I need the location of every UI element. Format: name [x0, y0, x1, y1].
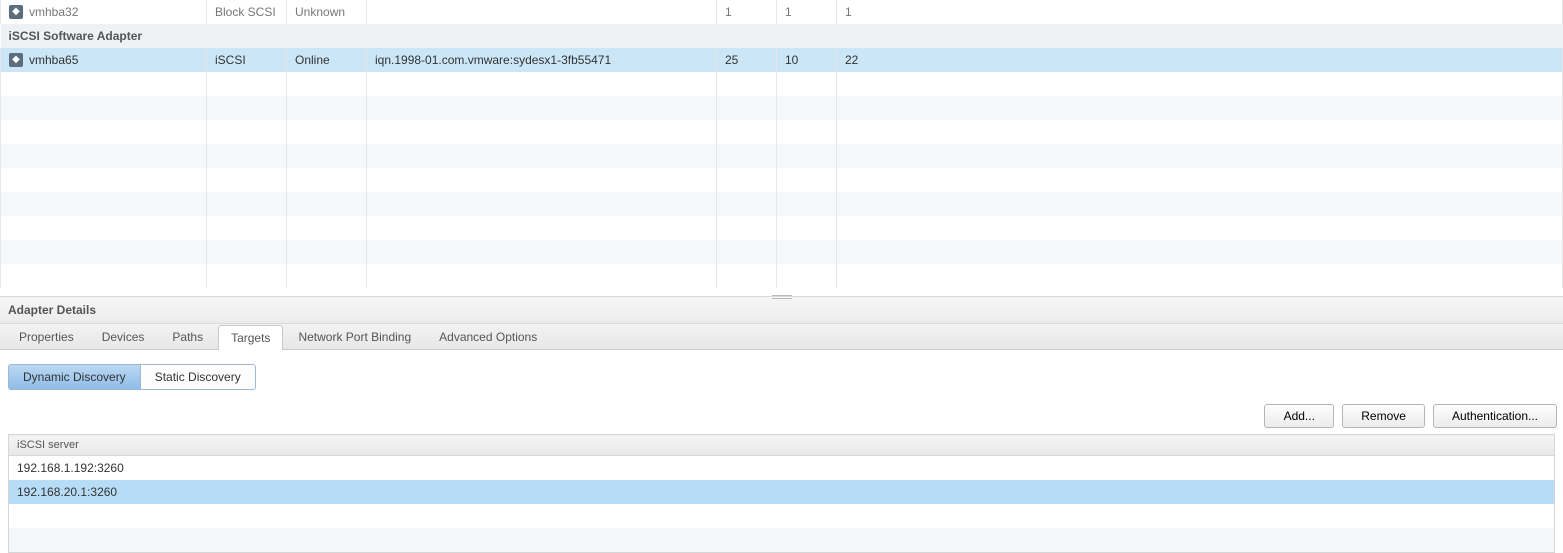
table-row[interactable]: 192.168.20.1:3260	[9, 480, 1555, 504]
adapter-group-header: iSCSI Software Adapter	[1, 24, 1563, 48]
details-tabstrip: Properties Devices Paths Targets Network…	[0, 324, 1563, 350]
table-row	[1, 192, 1563, 216]
adapter-id: iqn.1998-01.com.vmware:sydesx1-3fb55471	[367, 48, 717, 72]
pane-splitter[interactable]	[0, 288, 1563, 296]
adapter-icon: ◆	[9, 5, 23, 19]
targets-actions: Add... Remove Authentication...	[0, 404, 1563, 434]
iscsi-server-cell: 192.168.20.1:3260	[9, 480, 1555, 504]
adapter-details-header: Adapter Details	[0, 296, 1563, 324]
adapter-col4: 25	[717, 48, 777, 72]
tab-properties[interactable]: Properties	[6, 324, 87, 349]
storage-adapters-table[interactable]: ◆ vmhba32 Block SCSI Unknown 1 1 1 iSCSI …	[0, 0, 1563, 288]
table-row	[1, 264, 1563, 288]
table-row	[1, 72, 1563, 96]
adapter-col5: 1	[777, 0, 837, 24]
add-button[interactable]: Add...	[1264, 404, 1334, 428]
table-row[interactable]: ◆ vmhba32 Block SCSI Unknown 1 1 1	[1, 0, 1563, 24]
table-row	[9, 504, 1555, 528]
adapter-col5: 10	[777, 48, 837, 72]
discovery-toggle: Dynamic Discovery Static Discovery	[8, 364, 1555, 390]
adapter-type: iSCSI	[207, 48, 287, 72]
tab-advanced-options[interactable]: Advanced Options	[426, 324, 550, 349]
tab-devices[interactable]: Devices	[89, 324, 158, 349]
table-row	[1, 168, 1563, 192]
static-discovery-button[interactable]: Static Discovery	[140, 365, 255, 389]
tab-network-port-binding[interactable]: Network Port Binding	[285, 324, 424, 349]
tab-targets[interactable]: Targets	[218, 325, 283, 350]
adapter-type: Block SCSI	[207, 0, 287, 24]
adapter-col6: 1	[837, 0, 1563, 24]
table-row	[1, 144, 1563, 168]
authentication-button[interactable]: Authentication...	[1433, 404, 1557, 428]
adapter-col6: 22	[837, 48, 1563, 72]
adapter-name: vmhba32	[29, 5, 78, 19]
table-row	[9, 528, 1555, 553]
grip-icon	[772, 295, 792, 299]
tab-paths[interactable]: Paths	[159, 324, 216, 349]
adapter-status: Unknown	[287, 0, 367, 24]
dynamic-discovery-button[interactable]: Dynamic Discovery	[9, 365, 140, 389]
table-row	[1, 240, 1563, 264]
iscsi-targets-table[interactable]: iSCSI server 192.168.1.192:3260 192.168.…	[8, 434, 1555, 553]
adapter-icon: ◆	[9, 53, 23, 67]
adapter-col4: 1	[717, 0, 777, 24]
adapter-name: vmhba65	[29, 53, 78, 67]
table-row[interactable]: ◆ vmhba65 iSCSI Online iqn.1998-01.com.vm…	[1, 48, 1563, 72]
table-row	[1, 96, 1563, 120]
iscsi-server-cell: 192.168.1.192:3260	[9, 456, 1555, 481]
remove-button[interactable]: Remove	[1342, 404, 1425, 428]
table-row	[1, 120, 1563, 144]
adapter-id	[367, 0, 717, 24]
adapter-status: Online	[287, 48, 367, 72]
table-row	[1, 216, 1563, 240]
iscsi-server-column-header[interactable]: iSCSI server	[9, 435, 1555, 456]
table-row[interactable]: 192.168.1.192:3260	[9, 456, 1555, 481]
